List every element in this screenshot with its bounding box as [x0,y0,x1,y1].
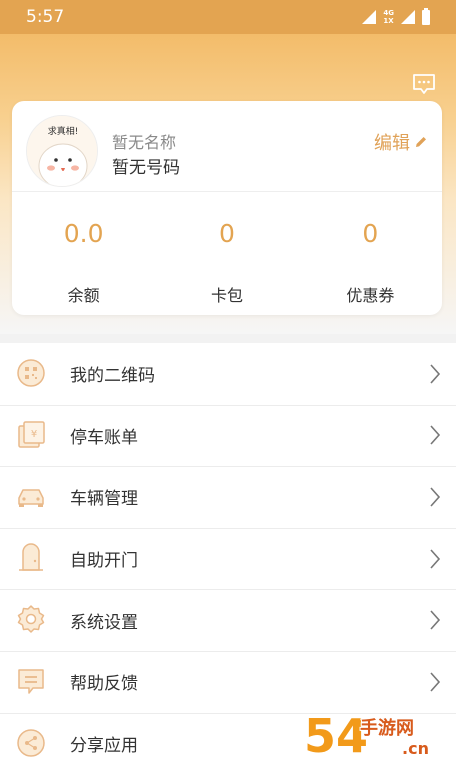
battery-icon [422,7,430,25]
menu-item-system-settings[interactable]: 系统设置 [0,589,456,651]
profile-name: 暂无名称 [112,133,177,152]
signal-icon [362,10,377,24]
share-icon [17,728,45,757]
chevron-right-icon [430,549,441,569]
coupons-label: 优惠券 [346,286,395,305]
stat-balance[interactable]: 0.0 余额 [12,219,155,306]
avatar[interactable]: 求真相! [26,115,98,187]
chevron-right-icon [430,425,441,445]
menu-label: 系统设置 [70,612,138,633]
menu-list: 我的二维码 ¥ 停车账单 车辆管理 自助开门 系统设置 帮助反馈 分享应用 [0,343,456,760]
chevron-right-icon [430,364,441,384]
menu-item-vehicle-management[interactable]: 车辆管理 [0,466,456,528]
chevron-right-icon [430,610,441,630]
chevron-right-icon [430,487,441,507]
svg-text:¥: ¥ [31,429,37,440]
menu-label: 帮助反馈 [70,674,138,695]
balance-label: 余额 [67,286,100,305]
pencil-icon [416,137,426,147]
card-wallet-label: 卡包 [210,286,243,305]
menu-item-self-door-open[interactable]: 自助开门 [0,527,456,590]
stats-row: 0.0 余额 0 卡包 0 优惠券 [12,219,442,306]
edit-label: 编辑 [374,133,410,154]
feedback-icon [18,669,44,694]
network-subtype: 1X [383,17,394,25]
gear-icon [17,605,45,634]
menu-item-parking-bill[interactable]: ¥ 停车账单 [0,404,456,467]
coupons-value: 0 [362,219,379,248]
avatar-text: 求真相! [48,125,79,137]
site-watermark: 54 手游网 .cn [303,708,430,758]
menu-label: 我的二维码 [70,366,155,387]
card-divider [12,191,442,192]
card-wallet-value: 0 [219,219,235,248]
bill-icon: ¥ [18,420,45,448]
balance-value: 0.0 [63,219,104,248]
stat-card-wallet[interactable]: 0 卡包 [155,219,298,306]
door-icon [19,543,43,571]
status-icons: 4G 1X [361,7,430,25]
car-icon [18,489,44,508]
signal-icon-2 [401,10,415,24]
menu-label: 车辆管理 [70,489,138,510]
menu-label: 停车账单 [70,427,138,448]
menu-label: 自助开门 [70,551,138,572]
avatar-image: 求真相! [27,116,97,186]
menu-label: 分享应用 [70,735,138,756]
profile-card: 求真相! 暂无名称 暂无号码 编辑 0.0 余额 0 卡包 0 优惠券 [12,101,442,315]
stat-coupons[interactable]: 0 优惠券 [299,219,442,306]
watermark-domain: .cn [402,739,429,758]
chevron-right-icon [430,672,441,692]
menu-item-help-feedback[interactable]: 帮助反馈 [0,650,456,713]
watermark-number: 54 [304,709,368,758]
menu-item-qrcode[interactable]: 我的二维码 [0,343,456,405]
qrcode-icon [17,359,45,387]
watermark-chars: 手游网 [360,717,414,739]
status-time: 5:57 [26,7,65,27]
edit-profile-button[interactable]: 编辑 [374,129,428,155]
network-indicator: 4G 1X [383,9,394,25]
profile-phone: 暂无号码 [112,158,180,178]
status-bar: 5:57 4G 1X [0,0,456,34]
message-icon[interactable] [412,72,436,96]
network-type: 4G [383,9,394,17]
